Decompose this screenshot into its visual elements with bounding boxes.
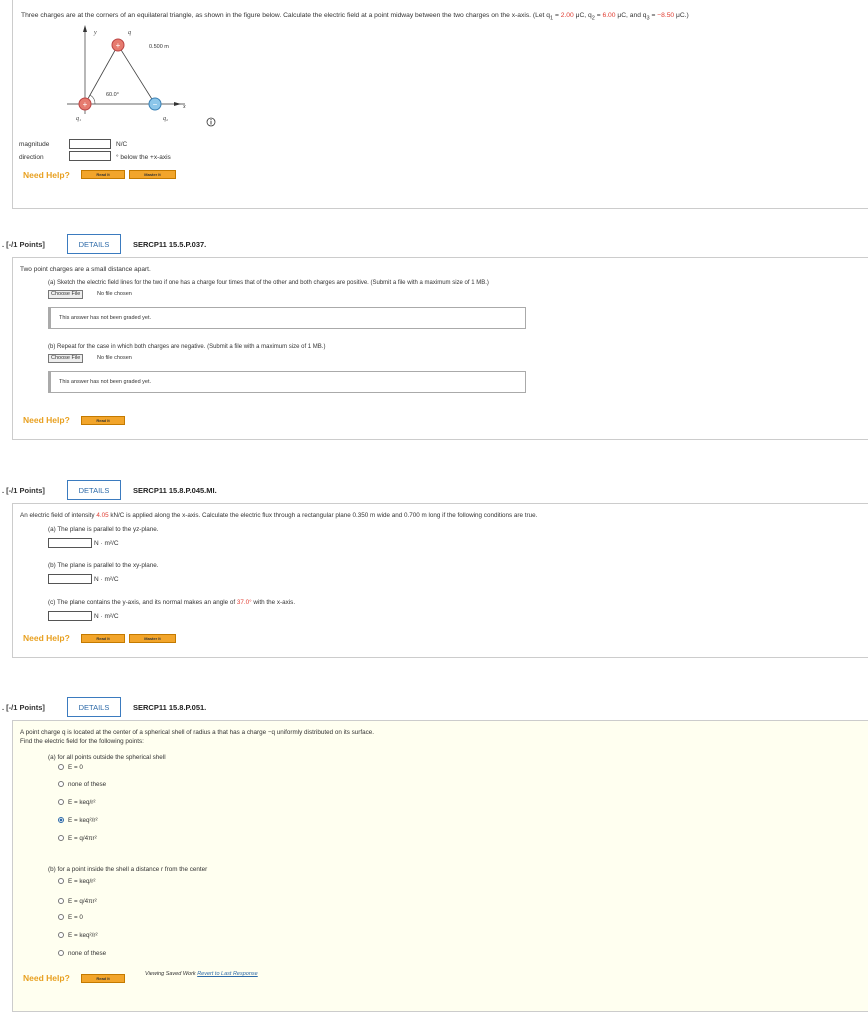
option-a-0: E = 0 — [68, 764, 83, 771]
points-label: . [-/1 Points] — [2, 486, 45, 495]
question-code: SERCP11 15.5.P.037. — [133, 240, 207, 249]
option-a-4: E = q/4πr² — [68, 835, 97, 842]
option-a-2: E = keq/r² — [68, 799, 96, 806]
part-b-text: (b) for a point inside the shell a dista… — [48, 866, 208, 873]
option-b-4: none of these — [68, 950, 107, 957]
direction-input[interactable] — [69, 151, 111, 161]
magnitude-label: magnitude — [19, 141, 50, 148]
need-help-label: Need Help? — [23, 973, 70, 983]
q-label: q — [128, 30, 131, 36]
question-2-intro: Two point charges are a small distance a… — [20, 266, 151, 273]
direction-label: direction — [19, 154, 44, 161]
question-4-find: Find the electric field for the followin… — [20, 738, 144, 745]
charge-triangle-figure: + + − 0.500 m 60.0° y q x q₁ q₂ — [67, 25, 186, 122]
option-b-3: E = keq²/r² — [68, 932, 98, 939]
part-c-text: (c) The plane contains the y-axis, and i… — [48, 599, 296, 606]
radio-b-0[interactable] — [58, 878, 64, 884]
flux-input-a[interactable] — [48, 538, 92, 548]
flux-unit-c: N · m²/C — [94, 613, 119, 620]
saved-work-footer: Viewing Saved Work Revert to Last Respon… — [145, 971, 258, 977]
question-code: SERCP11 15.8.P.045.MI. — [133, 486, 217, 495]
magnitude-input[interactable] — [69, 139, 111, 149]
details-button[interactable]: DETAILS — [67, 480, 121, 500]
details-button[interactable]: DETAILS — [67, 697, 121, 717]
option-b-2: E = 0 — [68, 914, 83, 921]
option-a-1: none of these — [68, 781, 107, 788]
read-it-button[interactable]: Read It — [81, 416, 125, 425]
master-it-button[interactable]: Master It — [129, 170, 176, 179]
read-it-button[interactable]: Read It — [81, 974, 125, 983]
part-b-text: (b) The plane is parallel to the xy-plan… — [48, 562, 159, 569]
points-label: . [-/1 Points] — [2, 703, 45, 712]
option-b-0: E = keq/r² — [68, 878, 96, 885]
radio-a-3-selected[interactable] — [58, 817, 64, 823]
question-code: SERCP11 15.8.P.051. — [133, 703, 207, 712]
choose-file-button-a[interactable]: Choose File — [48, 290, 84, 299]
radio-a-0[interactable] — [58, 764, 64, 770]
plus-sign-top: + — [116, 41, 121, 50]
part-b-text: (b) Repeat for the case in which both ch… — [48, 344, 326, 350]
master-it-button[interactable]: Master It — [129, 634, 176, 643]
points-label: . [-/1 Points] — [2, 240, 45, 249]
x-axis-label: x — [182, 104, 186, 110]
flux-input-b[interactable] — [48, 574, 92, 584]
details-button[interactable]: DETAILS — [67, 234, 121, 254]
no-file-chosen-a: No file chosen — [97, 291, 132, 297]
need-help-label: Need Help? — [23, 633, 70, 643]
flux-unit-a: N · m²/C — [94, 540, 119, 547]
no-file-chosen-b: No file chosen — [97, 355, 132, 361]
question-4-header: . [-/1 Points] DETAILS SERCP11 15.8.P.05… — [0, 693, 868, 721]
q2-label: q₂ — [163, 116, 168, 122]
read-it-button[interactable]: Read It — [81, 170, 125, 179]
minus-sign-q2: − — [153, 100, 158, 109]
need-help-label: Need Help? — [23, 170, 70, 180]
question-3-intro: An electric field of intensity 4.05 kN/C… — [20, 512, 538, 519]
question-2-header: . [-/1 Points] DETAILS SERCP11 15.5.P.03… — [0, 230, 868, 258]
radio-b-3[interactable] — [58, 932, 64, 938]
radio-b-2[interactable] — [58, 914, 64, 920]
flux-unit-b: N · m²/C — [94, 576, 119, 583]
question-1-panel: Three charges are at the corners of an e… — [12, 0, 868, 209]
magnitude-unit: N/C — [116, 141, 128, 148]
question-3-panel: An electric field of intensity 4.05 kN/C… — [12, 503, 868, 658]
choose-file-button-b[interactable]: Choose File — [48, 354, 84, 363]
info-icon[interactable] — [206, 117, 216, 127]
flux-input-c[interactable] — [48, 611, 92, 621]
radio-b-1[interactable] — [58, 898, 64, 904]
side-length-label: 0.500 m — [149, 44, 169, 50]
direction-unit: ° below the +x-axis — [116, 154, 171, 161]
question-2-panel: Two point charges are a small distance a… — [12, 257, 868, 440]
radio-a-2[interactable] — [58, 799, 64, 805]
q1-label: q₁ — [76, 116, 81, 122]
question-4-intro: A point charge q is located at the cente… — [20, 729, 375, 736]
part-a-text: (a) Sketch the electric field lines for … — [48, 280, 489, 286]
radio-a-1[interactable] — [58, 781, 64, 787]
option-b-1: E = q/4πr² — [68, 898, 97, 905]
angle-label: 60.0° — [106, 92, 119, 98]
radio-b-4[interactable] — [58, 950, 64, 956]
question-1-text: Three charges are at the corners of an e… — [21, 12, 689, 22]
not-graded-box-b: This answer has not been graded yet. — [48, 371, 526, 393]
read-it-button[interactable]: Read It — [81, 634, 125, 643]
option-a-3: E = keq²/r² — [68, 817, 98, 824]
not-graded-box-a: This answer has not been graded yet. — [48, 307, 526, 329]
revert-link[interactable]: Revert to Last Response — [197, 971, 258, 977]
part-a-text: (a) for all points outside the spherical… — [48, 754, 166, 761]
radio-a-4[interactable] — [58, 835, 64, 841]
plus-sign-q1: + — [83, 100, 88, 109]
y-axis-label: y — [93, 30, 97, 36]
question-3-header: . [-/1 Points] DETAILS SERCP11 15.8.P.04… — [0, 476, 868, 504]
need-help-label: Need Help? — [23, 415, 70, 425]
question-4-panel: A point charge q is located at the cente… — [12, 720, 868, 1012]
part-a-text: (a) The plane is parallel to the yz-plan… — [48, 526, 159, 533]
